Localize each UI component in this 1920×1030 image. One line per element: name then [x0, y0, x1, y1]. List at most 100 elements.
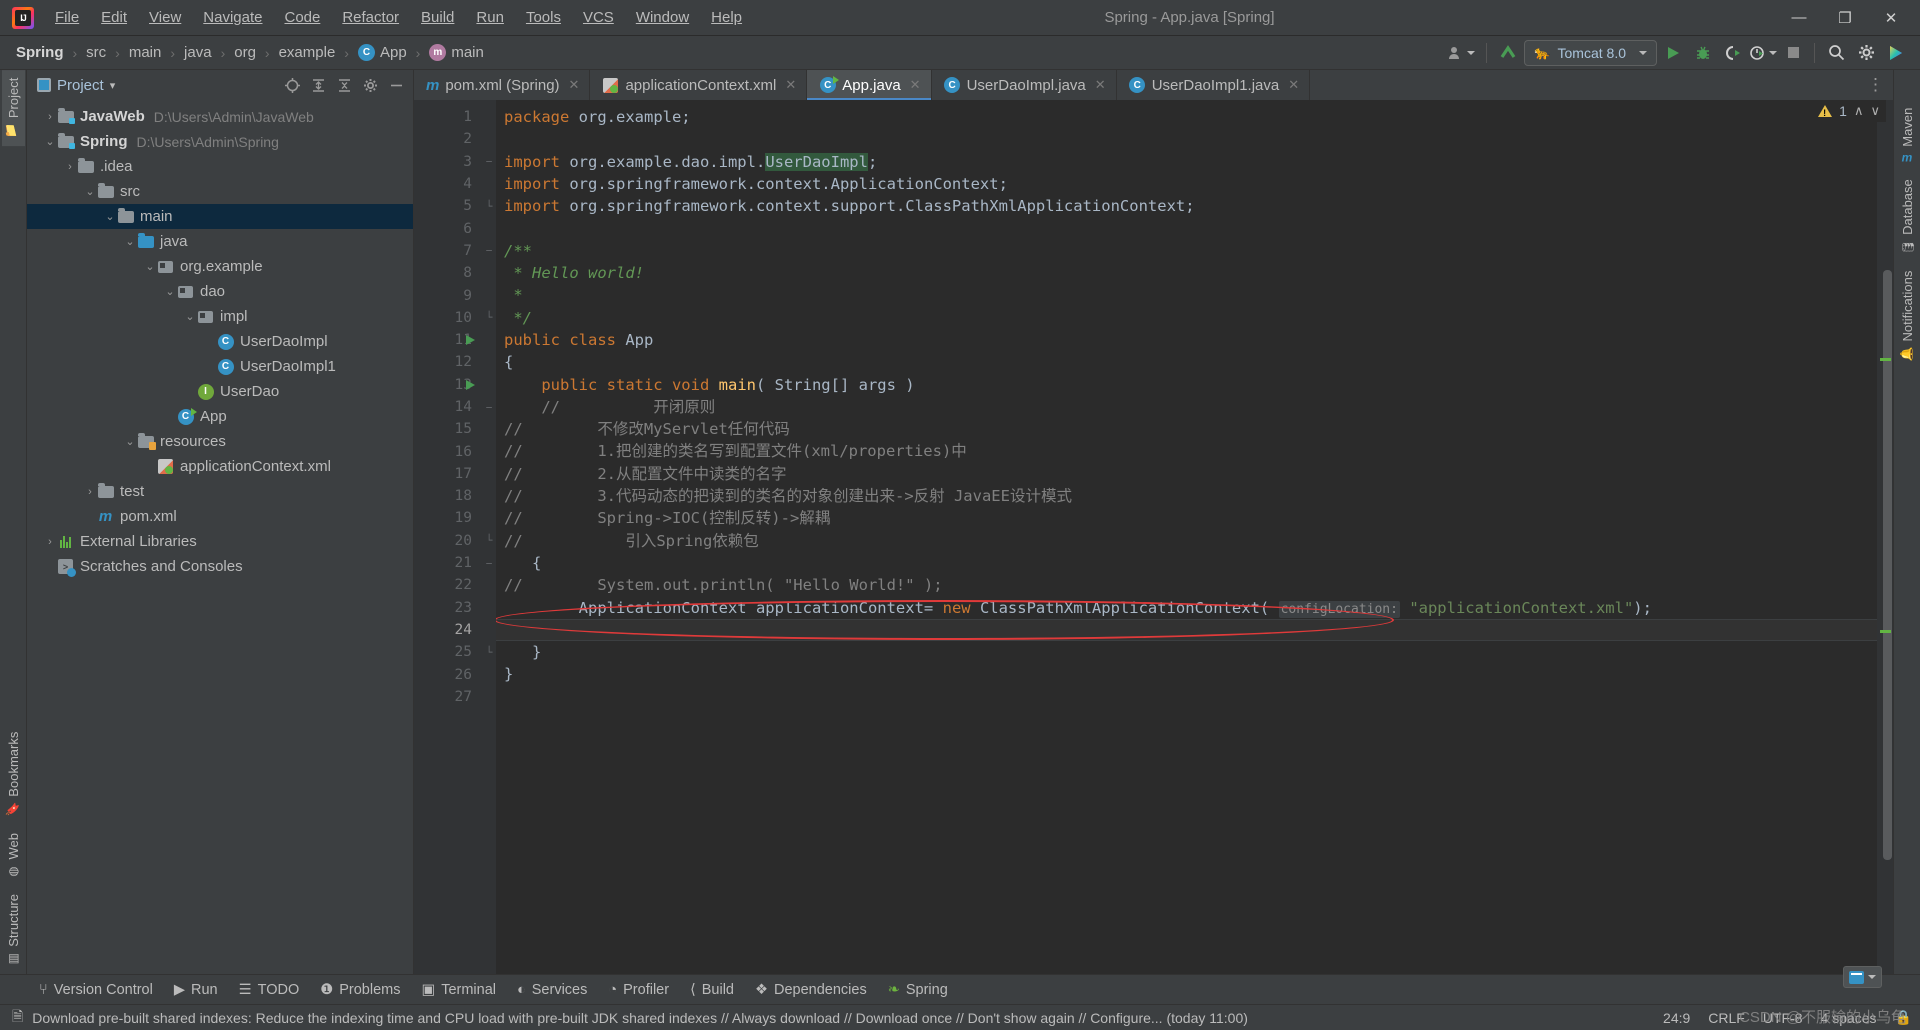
- run-with-coverage-button[interactable]: [1719, 40, 1747, 66]
- menu-refactor[interactable]: Refactor: [331, 5, 410, 30]
- chevron-right-icon[interactable]: ›: [63, 161, 77, 173]
- code-line[interactable]: * Hello world!: [496, 262, 1877, 284]
- sidebar-item-web[interactable]: ◍ Web: [2, 825, 25, 887]
- hide-panel-icon[interactable]: [385, 74, 407, 96]
- chevron-right-icon[interactable]: ›: [43, 536, 57, 548]
- tree-node-userdao[interactable]: I UserDao: [27, 379, 413, 404]
- chevron-down-icon[interactable]: ⌄: [163, 285, 177, 298]
- tree-node-org-example[interactable]: ⌄ org.example: [27, 254, 413, 279]
- stop-button[interactable]: [1779, 40, 1807, 66]
- lock-icon[interactable]: 🔒: [1895, 1009, 1912, 1026]
- menu-code[interactable]: Code: [273, 5, 331, 30]
- toolwindow-spring[interactable]: ❧ Spring: [879, 979, 957, 1001]
- breadcrumb-example[interactable]: example: [275, 43, 340, 62]
- chevron-down-icon[interactable]: ⌄: [43, 135, 57, 148]
- tree-node-pom-xml[interactable]: m pom.xml: [27, 504, 413, 529]
- update-arrow-icon[interactable]: [1494, 40, 1522, 66]
- breadcrumb-src[interactable]: src: [82, 43, 110, 62]
- close-icon[interactable]: ✕: [785, 77, 796, 93]
- tree-node-dao[interactable]: ⌄ dao: [27, 279, 413, 304]
- tree-node-java[interactable]: ⌄ java: [27, 229, 413, 254]
- chevron-down-icon[interactable]: ⌄: [123, 435, 137, 448]
- breadcrumb-org[interactable]: org: [230, 43, 260, 62]
- breadcrumb-java[interactable]: java: [180, 43, 216, 62]
- toolwindow-version-control[interactable]: ⑂ Version Control: [30, 979, 162, 1001]
- user-account-icon[interactable]: [1444, 40, 1479, 66]
- run-button[interactable]: [1659, 40, 1687, 66]
- chevron-down-icon[interactable]: ▾: [110, 79, 116, 92]
- inspection-widget[interactable]: [1894, 70, 1920, 100]
- code-line[interactable]: [496, 128, 1877, 150]
- status-message-text[interactable]: Download pre-built shared indexes: Reduc…: [32, 1010, 1248, 1026]
- editor-tab-options[interactable]: ⋮: [1867, 70, 1893, 100]
- code-line[interactable]: ApplicationContext applicationContext= n…: [496, 597, 1877, 619]
- chevron-down-icon[interactable]: [1868, 975, 1876, 979]
- breadcrumb-main-method[interactable]: m main: [425, 43, 488, 62]
- minimize-button[interactable]: —: [1776, 1, 1822, 35]
- project-tree[interactable]: › JavaWeb D:\Users\Admin\JavaWeb ⌄ Sprin…: [27, 100, 413, 974]
- status-message[interactable]: 🗎 Download pre-built shared indexes: Red…: [12, 1006, 1248, 1030]
- toolwindow-services[interactable]: ◐ Services: [508, 979, 596, 1001]
- code-line[interactable]: {: [496, 351, 1877, 373]
- menu-build[interactable]: Build: [410, 5, 465, 30]
- code-line[interactable]: // 不修改MyServlet任何代码: [496, 418, 1877, 440]
- collapse-all-icon[interactable]: [333, 74, 355, 96]
- indent-setting[interactable]: 4 spaces: [1821, 1010, 1877, 1026]
- menu-edit[interactable]: Edit: [90, 5, 138, 30]
- next-problem-icon[interactable]: ∨: [1870, 103, 1880, 119]
- fold-marker[interactable]: └: [482, 641, 496, 663]
- inspection-status-widget[interactable]: 1 ∧ ∨: [1812, 100, 1886, 122]
- close-icon[interactable]: ✕: [1288, 77, 1299, 93]
- tree-node-src[interactable]: ⌄ src: [27, 179, 413, 204]
- editor-tab-userdaoimpl-java[interactable]: C UserDaoImpl.java ✕: [932, 70, 1117, 100]
- code-line[interactable]: import org.example.dao.impl.UserDaoImpl;: [496, 151, 1877, 173]
- search-icon[interactable]: [1822, 40, 1850, 66]
- code-line[interactable]: // 1.把创建的类名写到配置文件(xml/properties)中: [496, 440, 1877, 462]
- code-line[interactable]: }: [496, 663, 1877, 685]
- code-line[interactable]: [496, 686, 1877, 708]
- breadcrumb-spring[interactable]: Spring: [12, 43, 68, 62]
- sidebar-item-project[interactable]: 📁 Project: [1, 70, 25, 147]
- previous-problem-icon[interactable]: ∧: [1854, 103, 1864, 119]
- fold-marker[interactable]: −: [482, 552, 496, 574]
- close-icon[interactable]: ✕: [569, 77, 580, 93]
- code-line[interactable]: public static void main( String[] args ): [496, 374, 1877, 396]
- code-editor[interactable]: 1 2 3 4 5 6 7 8 9 10 11 12 13 14 15 16 17 18 19 20 21 22 23 24 2…: [414, 100, 1893, 974]
- tree-node-applicationcontext-xml[interactable]: applicationContext.xml: [27, 454, 413, 479]
- close-icon[interactable]: ✕: [1095, 77, 1106, 93]
- tree-node-resources[interactable]: ⌄ resources: [27, 429, 413, 454]
- run-configuration-selector[interactable]: 🐆 Tomcat 8.0: [1524, 39, 1657, 66]
- tree-node-userdaoimpl1[interactable]: C UserDaoImpl1: [27, 354, 413, 379]
- close-icon[interactable]: ✕: [910, 77, 921, 93]
- code-line[interactable]: import org.springframework.context.suppo…: [496, 195, 1877, 217]
- fold-marker[interactable]: └: [482, 307, 496, 329]
- tree-node-spring[interactable]: ⌄ Spring D:\Users\Admin\Spring: [27, 129, 413, 154]
- chevron-right-icon[interactable]: ›: [43, 111, 57, 123]
- editor-tab-userdaoimpl1-java[interactable]: C UserDaoImpl1.java ✕: [1117, 70, 1311, 100]
- inspection-scrollbar[interactable]: [1877, 100, 1893, 974]
- file-encoding[interactable]: UTF-8: [1763, 1010, 1803, 1026]
- expand-all-icon[interactable]: [307, 74, 329, 96]
- toolwindow-profiler[interactable]: ◔ Profiler: [599, 979, 678, 1001]
- run-gutter-icon[interactable]: [466, 334, 475, 345]
- tree-node-external-libraries[interactable]: › External Libraries: [27, 529, 413, 554]
- gear-icon[interactable]: [359, 74, 381, 96]
- editor-gutter[interactable]: 1 2 3 4 5 6 7 8 9 10 11 12 13 14 15 16 17 18 19 20 21 22 23 24 2…: [414, 100, 482, 974]
- code-line[interactable]: // 开闭原则: [496, 396, 1877, 418]
- code-line[interactable]: /**: [496, 240, 1877, 262]
- toolwindow-run[interactable]: ▶ Run: [165, 979, 227, 1001]
- toolwindow-terminal[interactable]: ▣ Terminal: [412, 979, 505, 1001]
- run-gutter-icon[interactable]: [466, 379, 475, 390]
- chevron-down-icon[interactable]: ⌄: [103, 210, 117, 223]
- toolwindow-build[interactable]: ⟨ Build: [681, 979, 743, 1001]
- toolwindow-problems[interactable]: ❶ Problems: [311, 979, 409, 1001]
- code-line[interactable]: import org.springframework.context.Appli…: [496, 173, 1877, 195]
- sidebar-item-database[interactable]: 🛢 Database: [1896, 171, 1919, 263]
- chevron-down-icon[interactable]: ⌄: [143, 260, 157, 273]
- code-content-area[interactable]: package org.example; import org.example.…: [496, 100, 1877, 974]
- code-line[interactable]: // System.out.println( "Hello World!" );: [496, 574, 1877, 596]
- code-line[interactable]: */: [496, 307, 1877, 329]
- tree-node-main[interactable]: ⌄ main: [27, 204, 413, 229]
- editor-floating-badge[interactable]: [1843, 966, 1882, 988]
- fold-marker[interactable]: −: [482, 396, 496, 418]
